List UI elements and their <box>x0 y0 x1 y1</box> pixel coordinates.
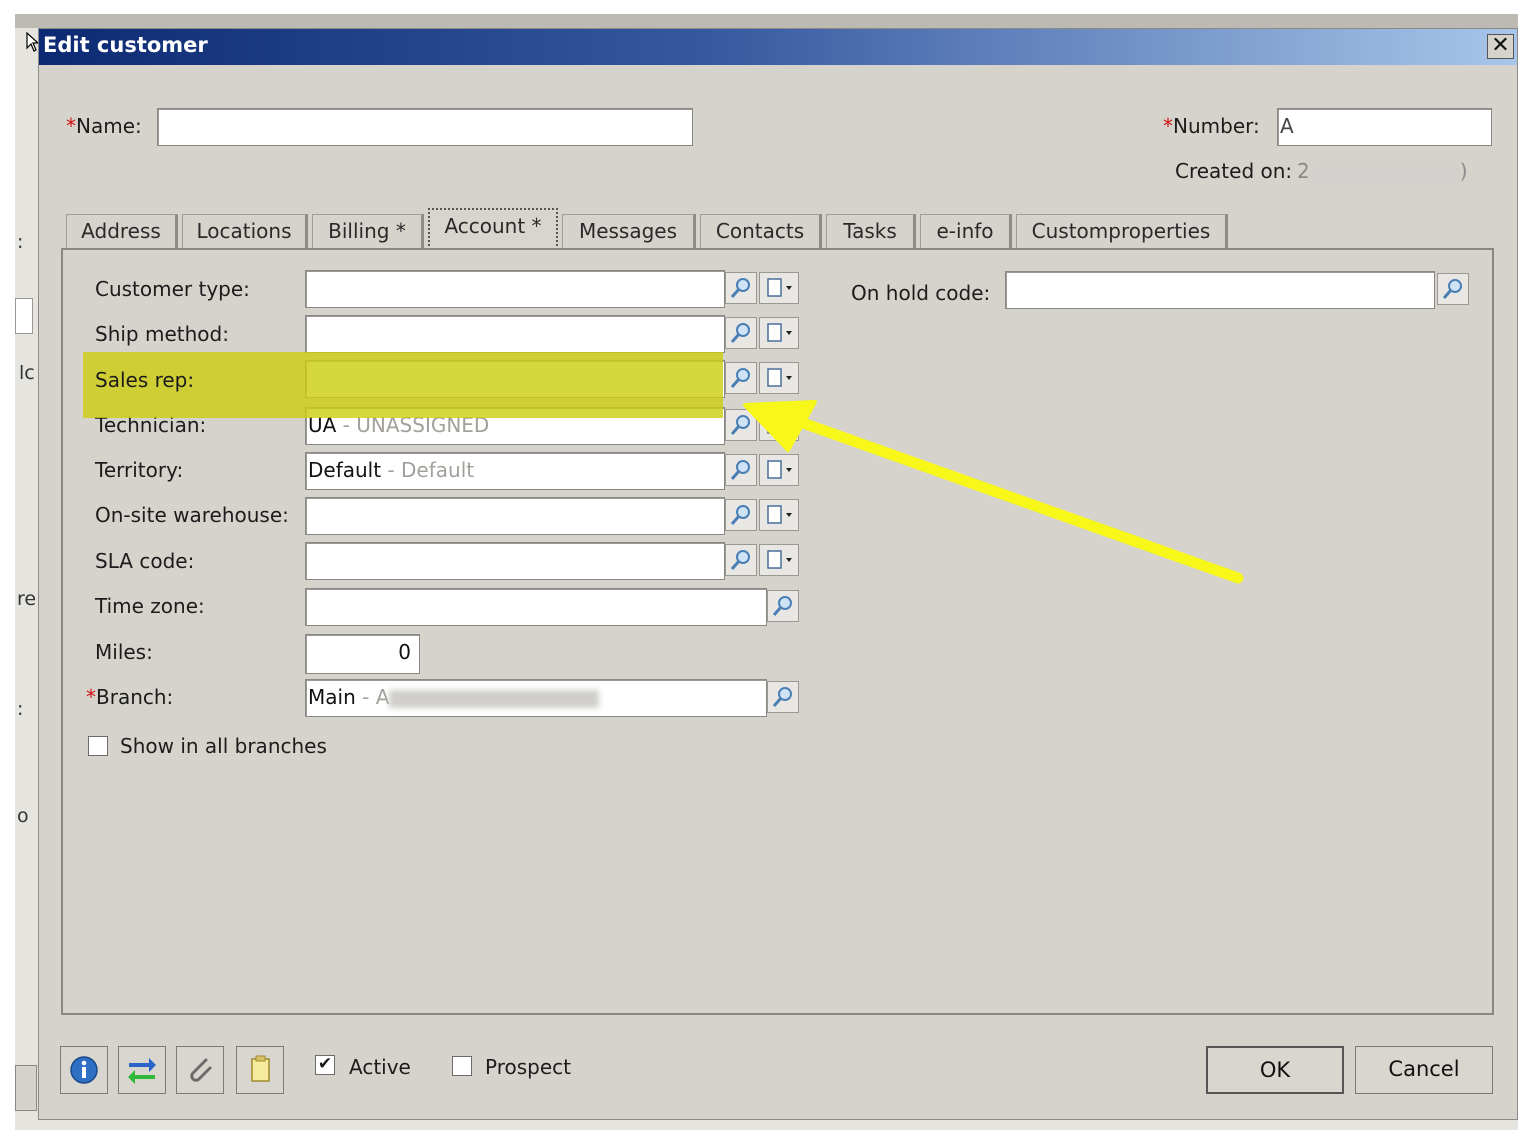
copy-button[interactable] <box>236 1046 284 1094</box>
active-checkbox[interactable]: ✔ <box>315 1055 335 1075</box>
sync-button[interactable] <box>118 1046 166 1094</box>
active-label: Active <box>349 1055 411 1079</box>
ok-button[interactable]: OK <box>1206 1046 1344 1094</box>
info-icon <box>70 1056 98 1084</box>
copy-document-icon <box>251 1055 270 1082</box>
prospect-checkbox[interactable] <box>452 1056 472 1076</box>
prospect-label: Prospect <box>485 1055 571 1079</box>
annotation-arrow <box>743 400 1244 584</box>
attachment-button[interactable] <box>176 1046 224 1094</box>
cancel-button[interactable]: Cancel <box>1355 1046 1493 1094</box>
sync-arrows-icon <box>128 1058 156 1084</box>
info-button[interactable] <box>60 1046 108 1094</box>
attachment-icon <box>190 1058 212 1082</box>
